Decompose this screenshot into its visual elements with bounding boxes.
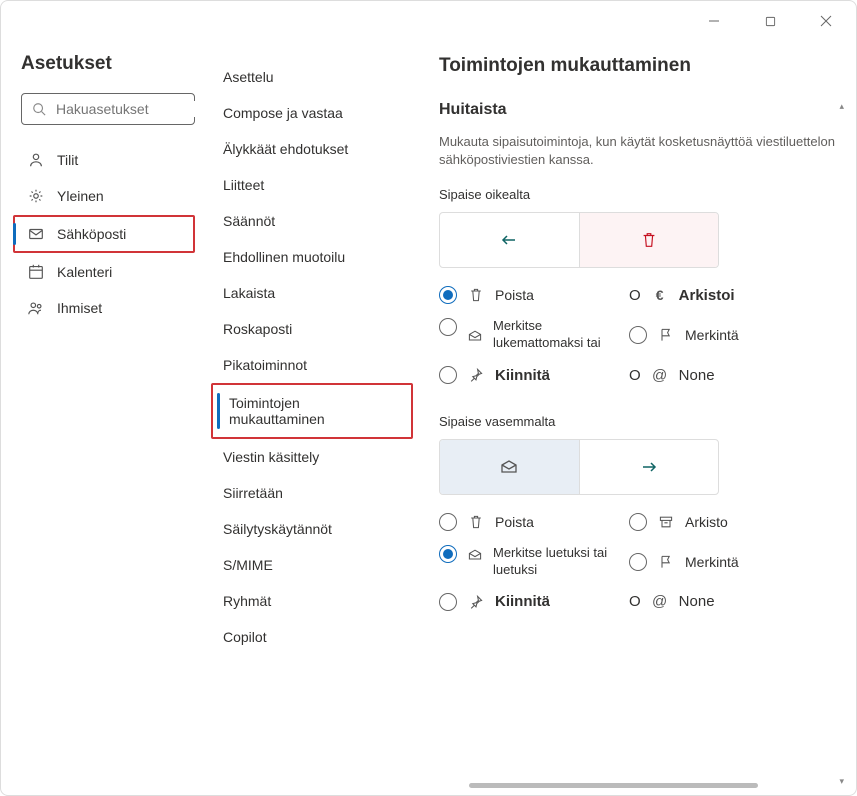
swipe-right-options: Poista O € Arkistoi Merkitse lukemattoma… <box>439 286 848 384</box>
sidebar-item-email[interactable]: Sähköposti <box>13 215 195 253</box>
mail-icon <box>440 440 579 494</box>
flag-icon <box>657 554 675 570</box>
settings-title: Asetukset <box>21 53 195 75</box>
flag-icon <box>657 327 675 343</box>
trash-icon <box>467 514 485 530</box>
option-mark-unread[interactable]: Merkitse lukemattomaksi tai <box>439 318 629 352</box>
subnav-item-junk[interactable]: Roskaposti <box>211 311 413 347</box>
page-title: Toimintojen mukauttaminen <box>439 55 848 77</box>
sidebar-item-people[interactable]: Ihmiset <box>21 291 195 325</box>
option-archive[interactable]: O € Arkistoi <box>629 286 809 304</box>
subnav-item-suggestions[interactable]: Älykkäät ehdotukset <box>211 131 413 167</box>
option-none[interactable]: O @ None <box>629 366 809 384</box>
mail-icon <box>27 225 45 243</box>
search-input[interactable] <box>56 101 237 117</box>
option-pin[interactable]: Kiinnitä <box>439 593 629 611</box>
settings-sidebar: Asetukset Tilit Yleinen <box>1 41 211 795</box>
people-icon <box>27 299 45 317</box>
radio-icon <box>629 513 647 531</box>
option-none[interactable]: O @ None <box>629 593 809 611</box>
scroll-down-icon[interactable]: ▾ <box>839 776 844 787</box>
trash-icon <box>467 287 485 303</box>
swipe-left-label: Sipaise vasemmalta <box>439 414 848 429</box>
radio-icon <box>629 553 647 571</box>
settings-content: ▴ Toimintojen mukauttaminen Huitaista Mu… <box>421 41 856 795</box>
sidebar-item-label: Yleinen <box>57 188 104 204</box>
subnav-item-copilot[interactable]: Copilot <box>211 619 413 655</box>
sidebar-item-label: Kalenteri <box>57 264 112 280</box>
scroll-up-icon[interactable]: ▴ <box>839 101 844 112</box>
horizontal-scrollbar[interactable] <box>439 781 828 791</box>
swipe-right-preview <box>439 212 719 268</box>
subnav-item-rules[interactable]: Säännöt <box>211 203 413 239</box>
swipe-right-label: Sipaise oikealta <box>439 187 848 202</box>
option-pin[interactable]: Kiinnitä <box>439 366 629 384</box>
swipe-left-options: Poista Arkisto Merkitse luetuksi tai lue… <box>439 513 848 611</box>
option-delete[interactable]: Poista <box>439 513 629 531</box>
scrollbar-thumb[interactable] <box>469 783 758 788</box>
subnav-item-handling[interactable]: Viestin käsittely <box>211 439 413 475</box>
gear-icon <box>27 187 45 205</box>
titlebar <box>1 1 856 41</box>
minimize-button[interactable] <box>696 7 732 35</box>
subnav-item-attachments[interactable]: Liitteet <box>211 167 413 203</box>
sidebar-item-label: Ihmiset <box>57 300 102 316</box>
sidebar-item-label: Sähköposti <box>57 226 126 242</box>
pin-icon <box>467 367 485 383</box>
option-mark-read[interactable]: Merkitse luetuksi tai luetuksi <box>439 545 629 579</box>
euro-icon: € <box>651 287 669 303</box>
mail-icon <box>467 328 483 344</box>
subnav-item-compose[interactable]: Compose ja vastaa <box>211 95 413 131</box>
radio-icon <box>629 326 647 344</box>
subnav-item-conditional[interactable]: Ehdollinen muotoilu <box>211 239 413 275</box>
subnav-item-groups[interactable]: Ryhmät <box>211 583 413 619</box>
at-icon: @ <box>651 593 669 610</box>
mail-icon <box>467 547 483 563</box>
settings-subnav: Asettelu Compose ja vastaa Älykkäät ehdo… <box>211 41 421 795</box>
option-flag[interactable]: Merkintä <box>629 318 809 352</box>
option-flag[interactable]: Merkintä <box>629 545 809 579</box>
arrow-left-icon <box>440 213 579 267</box>
subnav-item-sweep[interactable]: Lakaista <box>211 275 413 311</box>
subnav-item-quick[interactable]: Pikatoiminnot <box>211 347 413 383</box>
calendar-icon <box>27 263 45 281</box>
sidebar-item-label: Tilit <box>57 152 78 168</box>
subnav-item-retention[interactable]: Säilytyskäytännöt <box>211 511 413 547</box>
option-delete[interactable]: Poista <box>439 286 629 304</box>
at-icon: @ <box>651 367 669 384</box>
pin-icon <box>467 594 485 610</box>
radio-icon <box>439 286 457 304</box>
search-input-wrapper[interactable] <box>21 93 195 125</box>
radio-icon <box>439 366 457 384</box>
sidebar-item-general[interactable]: Yleinen <box>21 179 195 213</box>
trash-icon <box>579 213 719 267</box>
radio-icon <box>439 593 457 611</box>
search-icon <box>30 100 48 118</box>
maximize-button[interactable] <box>752 7 788 35</box>
subnav-item-forwarding[interactable]: Siirretään <box>211 475 413 511</box>
person-icon <box>27 151 45 169</box>
arrow-right-icon <box>579 440 719 494</box>
sidebar-item-calendar[interactable]: Kalenteri <box>21 255 195 289</box>
close-button[interactable] <box>808 7 844 35</box>
radio-icon <box>439 318 457 336</box>
swipe-left-preview <box>439 439 719 495</box>
subnav-item-smime[interactable]: S/MIME <box>211 547 413 583</box>
subnav-item-customize-actions[interactable]: Toimintojen mukauttaminen <box>211 383 413 439</box>
radio-icon <box>439 513 457 531</box>
section-description: Mukauta sipaisutoimintoja, kun käytät ko… <box>439 133 848 169</box>
subnav-item-layout[interactable]: Asettelu <box>211 59 413 95</box>
section-title: Huitaista <box>439 101 848 119</box>
radio-icon <box>439 545 457 563</box>
sidebar-item-accounts[interactable]: Tilit <box>21 143 195 177</box>
archive-icon <box>657 514 675 530</box>
option-archive[interactable]: Arkisto <box>629 513 809 531</box>
